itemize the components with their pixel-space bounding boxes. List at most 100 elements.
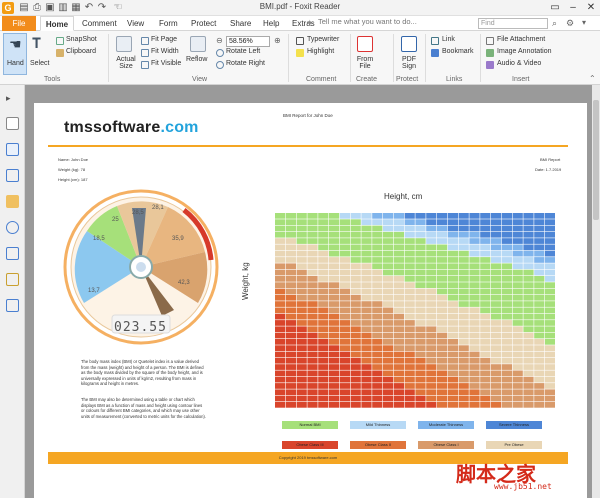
heatmap-cell	[523, 213, 534, 219]
tools-icon[interactable]	[6, 299, 19, 312]
tab-share[interactable]: Share	[228, 16, 253, 31]
highlight-button[interactable]: Highlight	[307, 48, 334, 55]
heatmap-cell	[329, 389, 340, 396]
heatmap-cell	[545, 326, 555, 333]
attachments-icon[interactable]	[6, 221, 19, 234]
heatmap-cell	[491, 357, 502, 364]
layers-icon[interactable]	[6, 195, 19, 208]
heatmap-cell	[275, 345, 286, 351]
scrollbar-thumb[interactable]	[593, 100, 599, 220]
tab-form[interactable]: Form	[157, 16, 180, 31]
from-file-button[interactable]: From File	[354, 56, 376, 70]
heatmap-cell	[512, 301, 523, 307]
heatmap-cell	[480, 301, 491, 307]
snapshot-button[interactable]: SnapShot	[66, 36, 97, 43]
tab-protect[interactable]: Protect	[189, 16, 218, 31]
file-attachment-button[interactable]: File Attachment	[497, 36, 545, 43]
bookmarks-icon[interactable]	[6, 143, 19, 156]
page-thumbnails-icon[interactable]	[6, 117, 19, 130]
typewriter-button[interactable]: Typewriter	[307, 36, 339, 43]
heatmap-cell	[426, 294, 437, 301]
find-input[interactable]: Find	[478, 18, 548, 29]
heatmap-cell	[415, 395, 426, 402]
rotate-right-button[interactable]: Rotate Right	[226, 60, 265, 67]
heatmap-cell	[393, 294, 404, 301]
zoom-out-icon[interactable]: ⊖	[216, 36, 223, 45]
collapse-ribbon-icon[interactable]: ⌃	[589, 74, 596, 83]
bookmark-button[interactable]: Bookmark	[442, 48, 474, 55]
comments-icon[interactable]	[6, 247, 19, 260]
signature-icon[interactable]	[6, 169, 19, 182]
heatmap-cell	[296, 364, 307, 370]
heatmap-cell	[318, 294, 329, 301]
heatmap-cell	[393, 332, 404, 339]
find-options-icon[interactable]: ⚙	[566, 18, 574, 29]
heatmap-cell	[469, 225, 480, 232]
heatmap-cell	[339, 345, 350, 351]
tab-file[interactable]: File	[2, 16, 36, 31]
heatmap-cell	[469, 213, 480, 219]
heatmap-cell	[296, 395, 307, 402]
close-button[interactable]: ✕	[582, 0, 600, 16]
pdf-sign-button[interactable]: PDF Sign	[398, 56, 420, 70]
heatmap-cell	[523, 231, 534, 238]
heatmap-cell	[512, 213, 523, 219]
select-icon[interactable]: 𝐓	[32, 35, 41, 52]
heatmap-cell	[393, 357, 404, 364]
legend-normal: Normal BMI	[282, 421, 338, 429]
tab-home[interactable]: Home	[40, 16, 74, 31]
heatmap-cell	[501, 351, 512, 358]
image-annotation-button[interactable]: Image Annotation	[497, 48, 552, 55]
expand-panel-icon[interactable]: ▸	[6, 93, 19, 106]
chevron-down-icon[interactable]: ▾	[582, 18, 586, 27]
select-label[interactable]: Select	[30, 60, 49, 67]
reflow-button[interactable]: Reflow	[186, 56, 207, 63]
zoom-select[interactable]: 58.56%	[226, 36, 270, 47]
tab-view[interactable]: View	[125, 16, 146, 31]
fit-width-button[interactable]: Fit Width	[151, 48, 179, 55]
heatmap-cell	[383, 244, 394, 251]
zoom-in-icon[interactable]: ⊕	[274, 36, 281, 45]
rotate-left-button[interactable]: Rotate Left	[226, 48, 260, 55]
minimize-button[interactable]: –	[564, 0, 582, 16]
heatmap-cell	[534, 238, 545, 244]
heatmap-cell	[523, 402, 534, 408]
heatmap-cell	[512, 351, 523, 358]
fit-page-button[interactable]: Fit Page	[151, 36, 177, 43]
heatmap-cell	[372, 250, 383, 257]
fit-visible-button[interactable]: Fit Visible	[151, 60, 181, 67]
heatmap-cell	[437, 307, 448, 314]
fit-page-icon	[141, 37, 149, 45]
tell-me-box[interactable]: Tell me what you want to do...	[318, 17, 417, 26]
search-icon[interactable]: ⌕	[552, 18, 557, 29]
restore-ribbon-icon[interactable]: ▭	[546, 0, 564, 16]
heatmap-cell	[339, 339, 350, 345]
heatmap-cell	[469, 313, 480, 320]
heatmap-cell	[339, 301, 350, 307]
heatmap-cell	[426, 370, 437, 377]
heatmap-cell	[415, 364, 426, 370]
heatmap-cell	[404, 364, 415, 370]
heatmap-cell	[458, 351, 469, 358]
heatmap-cell	[350, 219, 361, 225]
tab-help[interactable]: Help	[261, 16, 281, 31]
clipboard-button[interactable]: Clipboard	[66, 48, 96, 55]
audio-video-button[interactable]: Audio & Video	[497, 60, 541, 67]
heatmap-cell	[372, 383, 383, 389]
tab-comment[interactable]: Comment	[80, 16, 119, 31]
heatmap-cell	[426, 395, 437, 402]
heatmap-cell	[275, 370, 286, 377]
heatmap-cell	[426, 263, 437, 270]
heatmap-cell	[329, 339, 340, 345]
actual-size-button[interactable]: Actual Size	[112, 56, 140, 70]
heatmap-cell	[393, 225, 404, 232]
heatmap-cell	[350, 332, 361, 339]
heatmap-cell	[318, 250, 329, 257]
heatmap-cell	[480, 313, 491, 320]
security-lock-icon[interactable]	[6, 273, 19, 286]
heatmap-cell	[393, 301, 404, 307]
heatmap-cell	[361, 364, 372, 370]
link-button[interactable]: Link	[442, 36, 455, 43]
legend-moderate-thinness: Moderate Thinness	[418, 421, 474, 429]
heatmap-cell	[523, 351, 534, 358]
